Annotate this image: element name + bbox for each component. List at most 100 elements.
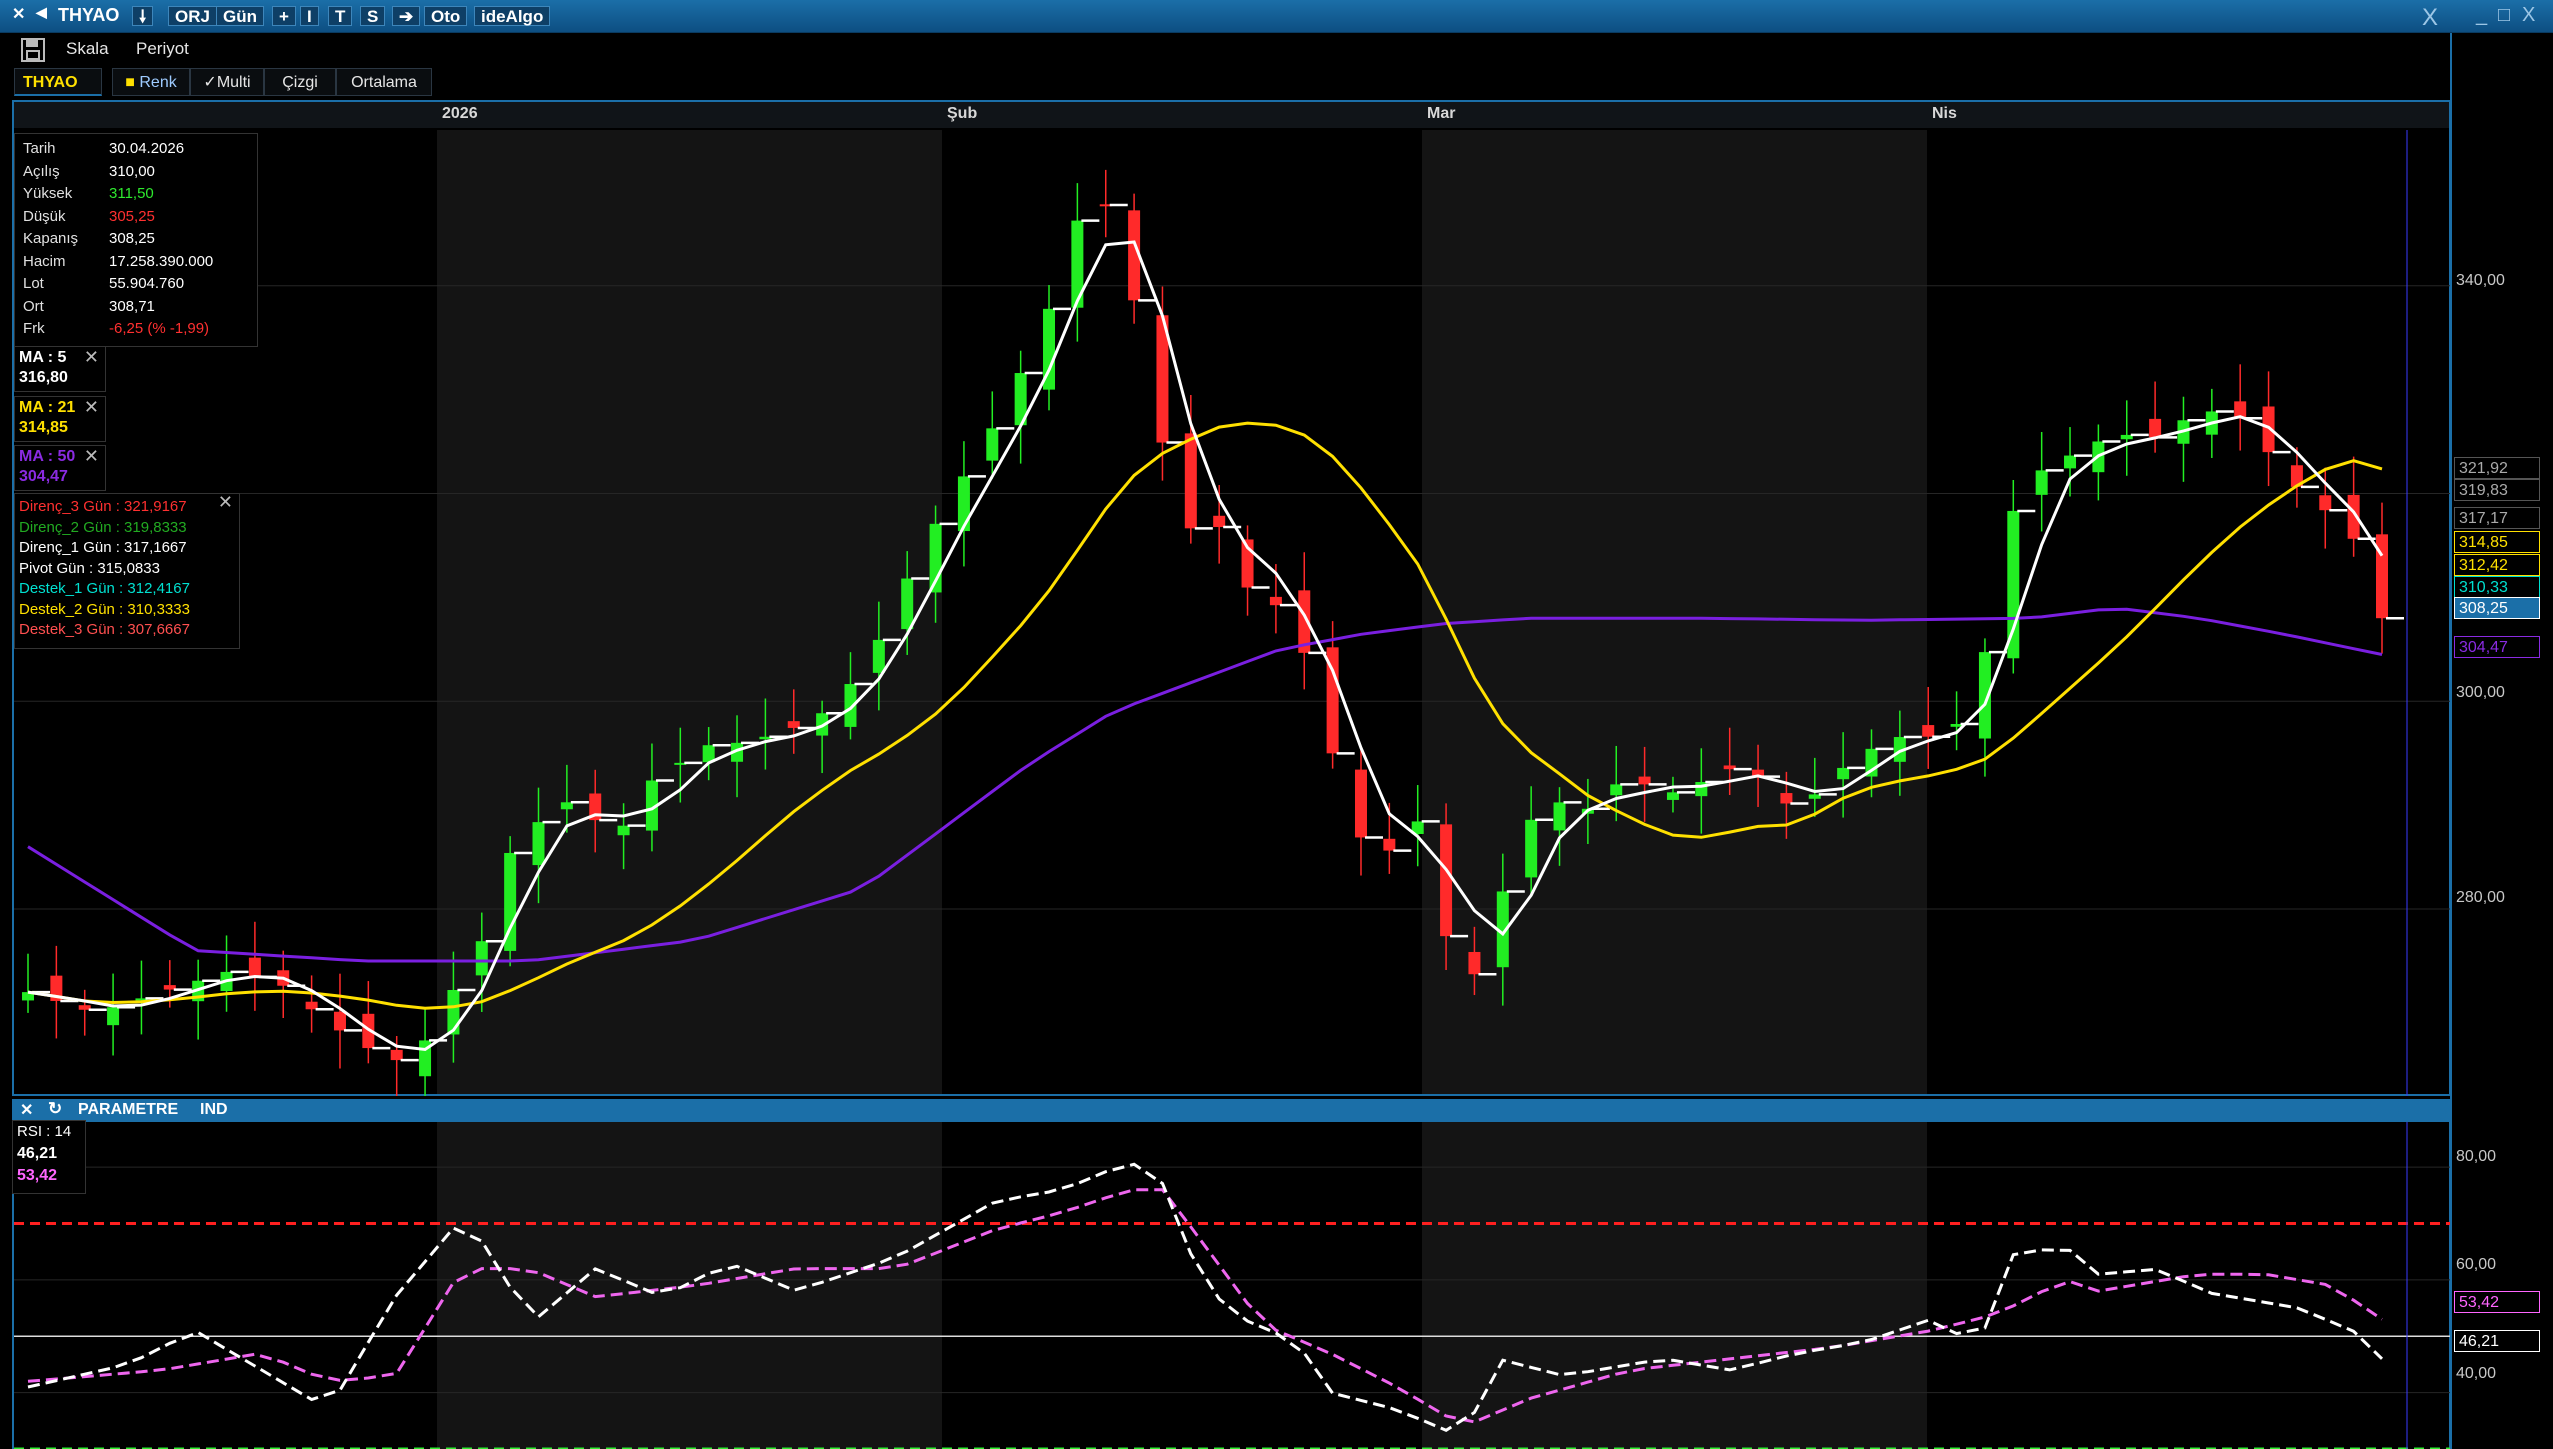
symbol-label[interactable]: THYAO (58, 5, 119, 26)
rsi-tick: 60,00 (2456, 1256, 2497, 1273)
save-icon[interactable] (20, 37, 46, 63)
rsi-close-icon[interactable]: ✕ (20, 1100, 33, 1120)
idealgo-button[interactable]: ideAlgo (474, 6, 551, 26)
tab-cizgi[interactable]: Çizgi (264, 68, 336, 96)
maximize-icon[interactable]: □ (2498, 4, 2510, 27)
arrow-button[interactable]: ➔ (392, 6, 421, 26)
price-level-box: 319,83 (2454, 479, 2540, 501)
parametre-button[interactable]: PARAMETRE (78, 1101, 178, 1119)
pivot-panel: ✕ Direnç_3 Gün : 321,9167 Direnç_2 Gün : … (14, 492, 240, 649)
tab-renk[interactable]: ■ Renk (112, 68, 190, 96)
candle-body (901, 578, 914, 630)
info-value: 305,25 (109, 207, 155, 225)
orj-button[interactable]: ORJ (168, 6, 217, 26)
i-button[interactable]: I (300, 6, 319, 26)
tab-multi[interactable]: ✓Multi (190, 68, 264, 96)
ma-value: 304,47 (19, 468, 68, 485)
tab-cizgi-label: Çizgi (282, 74, 318, 91)
candle-body (248, 957, 261, 977)
rsi-tick: 40,00 (2456, 1365, 2497, 1382)
skala-menu[interactable]: Skala (66, 39, 109, 59)
refresh-icon[interactable]: ↻ (48, 1099, 62, 1119)
oto-button[interactable]: Oto (424, 6, 468, 26)
price-tick: 300,00 (2456, 684, 2505, 701)
pivot-close-icon[interactable]: ✕ (218, 492, 233, 513)
info-key: Hacim (23, 252, 66, 270)
s-button[interactable]: S (360, 6, 386, 26)
pivot-row: Pivot Gün : 315,0833 (19, 559, 160, 577)
info-key: Yüksek (23, 185, 73, 202)
ma-legend-box[interactable]: MA : 50 304,47 ✕ (14, 445, 106, 491)
tab-renk-label: Renk (139, 74, 177, 91)
candle-body (1213, 515, 1226, 528)
info-key: Düşük (23, 207, 66, 225)
t-button[interactable]: T (328, 6, 353, 26)
ma-legend-box[interactable]: MA : 21 314,85 ✕ (14, 396, 106, 442)
info-key: Kapanış (23, 230, 79, 247)
rsi-chart[interactable] (14, 1122, 2450, 1449)
download-icon[interactable]: 🠗 (132, 6, 154, 26)
rsi-header: ✕ ↻ PARAMETRE IND (12, 1099, 2451, 1121)
ma-close-icon[interactable]: ✕ (84, 446, 99, 467)
ma50-line (27, 607, 2383, 963)
info-value: 30.04.2026 (109, 140, 185, 157)
price-level-box: 317,17 (2454, 507, 2540, 529)
candle-body (2149, 418, 2162, 438)
ohlc-info-panel: Tarih 30.04.2026 Açılış 310,00 Yüksek 311,50 D… (14, 133, 258, 347)
candle-body (1525, 819, 1538, 878)
rsi-legend: RSI : 14 46,21 53,42 (12, 1120, 86, 1194)
pivot-row: Direnç_2 Gün : 319,8333 (19, 518, 187, 536)
tab-ortalama[interactable]: Ortalama (336, 68, 432, 96)
info-value: 311,50 (109, 185, 154, 202)
candle-body (1553, 802, 1566, 831)
chart-close-icon[interactable]: X (2422, 4, 2438, 32)
ma-value: 314,85 (19, 419, 68, 436)
info-value: 17.258.390.000 (109, 252, 214, 270)
period-button[interactable]: Gün (216, 6, 264, 26)
price-level-box: 321,92 (2454, 457, 2540, 479)
check-icon: ✓ (203, 74, 217, 91)
ma-legend-box[interactable]: MA : 5 316,80 ✕ (14, 346, 106, 392)
info-value: 310,00 (109, 162, 155, 180)
info-value: 308,25 (109, 230, 155, 247)
ma-label: MA : 21 (19, 399, 76, 416)
ma-close-icon[interactable]: ✕ (84, 397, 99, 418)
candle-body (333, 1011, 346, 1031)
ma-label: MA : 5 (19, 349, 67, 366)
info-key: Frk (23, 320, 45, 337)
info-value: -6,25 (% -1,99) (109, 320, 210, 337)
candle-body (1383, 838, 1396, 851)
info-key: Lot (23, 275, 44, 292)
price-tick: 280,00 (2456, 889, 2505, 906)
candle-body (2035, 470, 2048, 495)
window-close-icon[interactable]: X (2522, 4, 2535, 27)
periyot-menu[interactable]: Periyot (136, 39, 189, 59)
candle-body (1184, 433, 1197, 529)
ma-close-icon[interactable]: ✕ (84, 347, 99, 368)
tab-multi-label: Multi (216, 74, 251, 91)
price-level-box: 308,25 (2454, 597, 2540, 619)
candle-body (617, 825, 630, 836)
close-icon[interactable]: ✕ (12, 4, 25, 24)
info-key: Açılış (23, 162, 60, 180)
price-level-box: 310,33 (2454, 576, 2540, 598)
ind-button[interactable]: IND (200, 1101, 228, 1119)
color-square-icon: ■ (125, 74, 135, 91)
info-key: Tarih (23, 140, 56, 157)
price-chart[interactable] (14, 130, 2450, 1096)
plus-button[interactable]: + (272, 6, 296, 26)
candle-body (107, 1007, 120, 1026)
back-icon[interactable]: ◀ (36, 4, 47, 21)
candle-body (1354, 769, 1367, 838)
candle-body (872, 639, 885, 673)
minimize-icon[interactable]: _ (2476, 4, 2487, 27)
candle-body (475, 941, 488, 976)
candle-body (1780, 793, 1793, 804)
candle-body (2064, 455, 2077, 469)
candle-body (1922, 725, 1935, 737)
tab-symbol[interactable]: THYAO (14, 68, 102, 96)
pivot-row: Direnç_1 Gün : 317,1667 (19, 539, 187, 556)
pivot-row: Destek_2 Gün : 310,3333 (19, 600, 190, 618)
candle-body (390, 1049, 403, 1061)
rsi-value: 46,21 (17, 1145, 58, 1162)
